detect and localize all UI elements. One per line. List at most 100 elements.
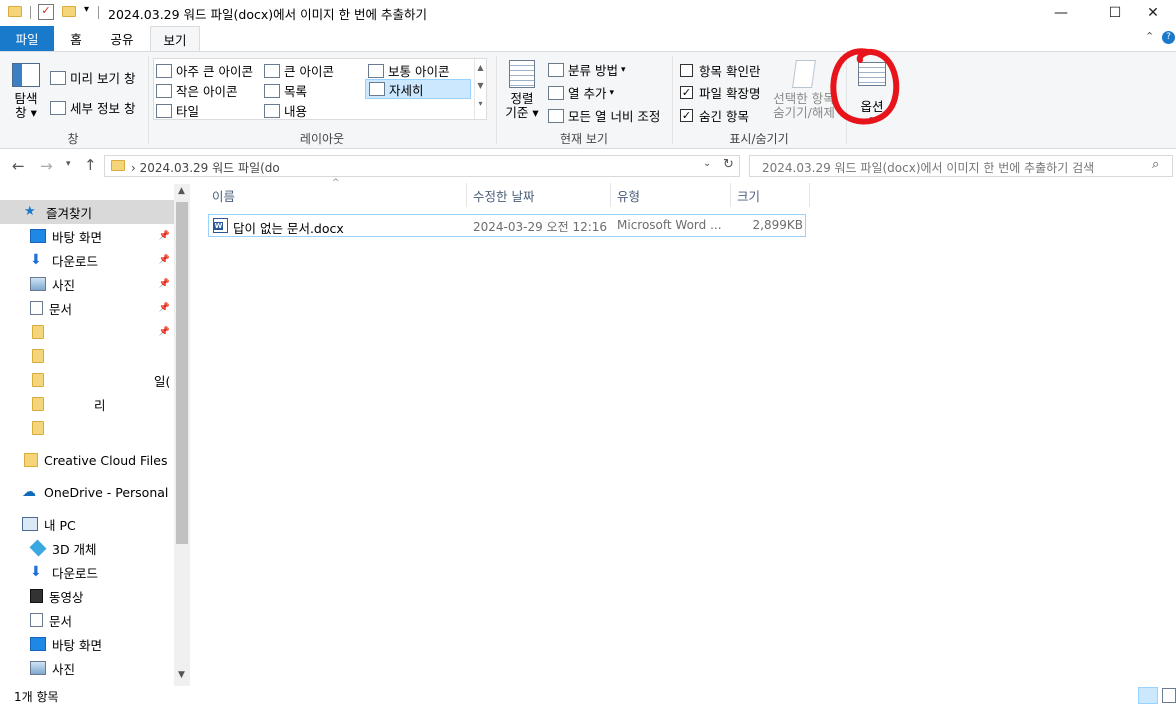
nav-pc-pictures[interactable]: 사진 (0, 656, 174, 680)
folder-icon (32, 397, 44, 411)
nav-folder-blurred[interactable]: 📌 (0, 320, 174, 344)
address-dropdown-icon[interactable]: ⌄ (703, 158, 711, 169)
fit-columns-button[interactable]: 모든 열 너비 조정 (548, 106, 660, 125)
pin-icon: 📌 (158, 255, 170, 265)
close-button[interactable]: ✕ (1130, 0, 1176, 26)
item-checkboxes-toggle[interactable]: 항목 확인란 (680, 61, 760, 80)
divider (672, 56, 673, 144)
search-box[interactable]: 2024.03.29 워드 파일(docx)에서 이미지 한 번에 추출하기 검… (749, 155, 1173, 177)
nav-3d-objects[interactable]: 3D 개체 (0, 536, 174, 560)
nav-pc-documents[interactable]: 문서 (0, 608, 174, 632)
address-bar[interactable]: › 2024.03.29 워드 파일(do ⌄ ↻ (104, 155, 740, 177)
status-bar: 1개 항목 (0, 686, 1176, 706)
large-icons-view-icon[interactable] (1162, 688, 1176, 703)
ribbon-tabs: 파일 홈 공유 보기 ⌃ ? (0, 26, 1176, 51)
forward-button[interactable]: → (40, 157, 53, 175)
nav-creative-cloud[interactable]: Creative Cloud Files (0, 448, 174, 472)
layout-tiles[interactable]: 타일 (156, 101, 199, 120)
nav-folder-blurred[interactable]: 리 (0, 392, 174, 416)
nav-pc-downloads[interactable]: ⬇ 다운로드 (0, 560, 174, 584)
file-extensions-checkbox[interactable]: ✓ (680, 86, 693, 99)
tab-view[interactable]: 보기 (150, 26, 200, 51)
folder-icon (8, 4, 24, 20)
computer-icon (22, 517, 38, 531)
preview-pane-icon (50, 70, 66, 85)
sort-by-button[interactable]: 정렬 기준 ▾ (504, 60, 540, 126)
nav-videos[interactable]: 동영상 (0, 584, 174, 608)
nav-onedrive[interactable]: ☁ OneDrive - Personal (0, 480, 174, 504)
help-icon[interactable]: ? (1162, 31, 1175, 44)
search-icon[interactable]: ⌕ (1152, 157, 1159, 172)
ribbon: 탐색 창 ▾ 미리 보기 창 세부 정보 창 창 아주 큰 아이콘 큰 아이콘 … (0, 48, 1176, 149)
layout-content[interactable]: 내용 (264, 101, 307, 120)
window-title: 2024.03.29 워드 파일(docx)에서 이미지 한 번에 추출하기 (108, 7, 428, 22)
layout-scrollbar[interactable]: ▲ ▼ ▾ (474, 59, 486, 119)
nav-desktop[interactable]: 바탕 화면 📌 (0, 224, 174, 248)
nav-documents[interactable]: 문서 📌 (0, 296, 174, 320)
scroll-thumb[interactable] (176, 202, 188, 544)
documents-icon (30, 301, 43, 315)
folder-icon (111, 160, 125, 171)
hidden-items-checkbox[interactable]: ✓ (680, 109, 693, 122)
desktop-icon (30, 637, 46, 651)
column-size[interactable]: 크기 (731, 183, 810, 207)
tab-file[interactable]: 파일 (0, 26, 54, 51)
preview-pane-button[interactable]: 미리 보기 창 (50, 68, 135, 87)
refresh-icon[interactable]: ↻ (723, 157, 734, 172)
nav-scrollbar[interactable]: ▲ ▼ (174, 184, 190, 686)
column-name[interactable]: 이름 (206, 183, 467, 207)
add-columns-button[interactable]: 열 추가 ▾ (548, 83, 614, 102)
details-view-icon[interactable] (1138, 687, 1158, 704)
column-type[interactable]: 유형 (611, 183, 731, 207)
nav-this-pc[interactable]: 내 PC (0, 512, 174, 536)
minimize-button[interactable]: — (1038, 0, 1084, 26)
back-button[interactable]: ← (12, 157, 25, 175)
layout-small-icons[interactable]: 작은 아이콘 (156, 81, 237, 100)
hidden-items-toggle[interactable]: ✓ 숨긴 항목 (680, 106, 749, 125)
tab-home[interactable]: 홈 (58, 26, 94, 51)
nav-pane-button[interactable]: 탐색 창 ▾ (8, 60, 44, 124)
search-placeholder: 2024.03.29 워드 파일(docx)에서 이미지 한 번에 추출하기 검… (762, 161, 1095, 175)
nav-folder-blurred[interactable]: 일( (0, 368, 174, 392)
divider (148, 56, 149, 144)
collapse-ribbon-icon[interactable]: ⌃ (1145, 30, 1154, 43)
cloud-icon: ☁ (22, 484, 36, 500)
scroll-down-icon[interactable]: ▼ (178, 670, 185, 680)
group-by-button[interactable]: 분류 방법 ▾ (548, 60, 626, 79)
show-hide-group-label: 표시/숨기기 (729, 132, 789, 146)
file-row[interactable]: W 답이 없는 문서.docx 2024-03-29 오전 12:16 Micr… (208, 214, 806, 237)
download-icon: ⬇ (30, 564, 42, 580)
tab-share[interactable]: 공유 (100, 26, 144, 51)
title-bar: ✓ ▾ 2024.03.29 워드 파일(docx)에서 이미지 한 번에 추출… (0, 0, 1176, 26)
up-button[interactable]: ↑ (84, 156, 97, 174)
file-size: 2,899KB (752, 218, 803, 232)
pictures-icon (30, 277, 46, 291)
address-path: › 2024.03.29 워드 파일(do (131, 161, 280, 175)
properties-icon[interactable]: ✓ (38, 4, 54, 20)
new-folder-icon[interactable] (62, 4, 78, 20)
nav-folder-blurred[interactable] (0, 416, 174, 440)
nav-quick-access[interactable]: ★ 즐겨찾기 (0, 200, 174, 224)
nav-pictures[interactable]: 사진 📌 (0, 272, 174, 296)
column-date-modified[interactable]: 수정한 날짜 (467, 183, 611, 207)
layout-list[interactable]: 목록 (264, 81, 307, 100)
layout-medium-icons[interactable]: 보통 아이콘 (368, 61, 449, 80)
layout-large-icons[interactable]: 큰 아이콘 (264, 61, 334, 80)
nav-pc-desktop[interactable]: 바탕 화면 (0, 632, 174, 656)
recent-locations-icon[interactable]: ▾ (66, 159, 71, 169)
details-pane-button[interactable]: 세부 정보 창 (50, 98, 135, 117)
navigation-pane: ★ 즐겨찾기 바탕 화면 📌 ⬇ 다운로드 📌 사진 📌 문서 📌 📌 일( 리 Crea… (0, 184, 190, 686)
star-icon: ★ (24, 204, 36, 219)
divider (98, 6, 99, 19)
layout-extra-large-icons[interactable]: 아주 큰 아이콘 (156, 61, 253, 80)
quick-access-dropdown-icon[interactable]: ▾ (84, 4, 89, 15)
layout-group-label: 레이아웃 (299, 132, 345, 146)
nav-folder-blurred[interactable] (0, 344, 174, 368)
scroll-up-icon[interactable]: ▲ (178, 186, 185, 196)
item-checkboxes-checkbox[interactable] (680, 64, 693, 77)
file-extensions-toggle[interactable]: ✓ 파일 확장명 (680, 83, 760, 102)
layout-details[interactable]: 자세히 (365, 79, 471, 99)
nav-downloads[interactable]: ⬇ 다운로드 📌 (0, 248, 174, 272)
folder-icon (32, 421, 44, 435)
download-icon: ⬇ (30, 252, 42, 268)
